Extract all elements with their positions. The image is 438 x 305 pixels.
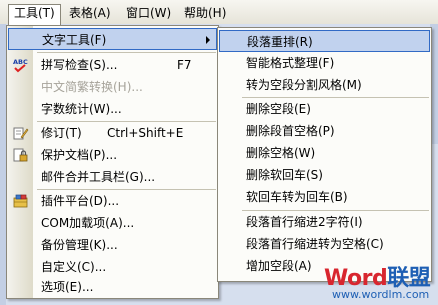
menu-item-label: 修订(T) (41, 126, 82, 140)
submenu-item-delete-empty-paragraphs[interactable]: 删除空段(E) (218, 98, 431, 120)
shortcut-label: F7 (177, 58, 192, 72)
menu-bar: 工具(T) 表格(A) 窗口(W) 帮助(H) (0, 0, 438, 25)
watermark-url: www.wordlm.com (332, 288, 430, 301)
menu-item-label: 段落重排(R) (247, 35, 313, 49)
submenu-item-paragraph-reflow[interactable]: 段落重排(R) (219, 30, 430, 52)
menu-item-com-addins[interactable]: COM加载项(A)... (7, 212, 218, 234)
submenu-item-smart-format[interactable]: 智能格式整理(F) (218, 52, 431, 74)
site-watermark: Word联盟 www.wordlm.com (320, 258, 438, 305)
menu-item-label: COM加载项(A)... (41, 216, 135, 230)
submenu-item-empty-paragraph-style[interactable]: 转为空段分割风格(M) (218, 74, 431, 96)
shortcut-label: Ctrl+Shift+E (107, 126, 184, 140)
menu-item-label: 增加空段(A) (246, 259, 312, 273)
menu-separator (37, 52, 216, 53)
submenu-item-indent-to-spaces[interactable]: 段落首行缩进转为空格(C) (218, 233, 431, 255)
menu-item-label: 段落首行缩进转为空格(C) (246, 237, 384, 251)
protect-document-icon (13, 148, 28, 162)
menu-item-label: 软回车转为回车(B) (246, 190, 348, 204)
menu-item-plugin-platform[interactable]: 插件平台(D)... (7, 190, 218, 212)
menu-item-label: 删除软回车(S) (246, 168, 323, 182)
submenu-item-delete-spaces[interactable]: 删除空格(W) (218, 142, 431, 164)
menu-item-label: 选项(E)... (41, 280, 94, 294)
menu-item-label: 保护文档(P)... (41, 148, 118, 162)
menu-item-options[interactable]: 选项(E)... (7, 276, 218, 298)
menu-item-protect-document[interactable]: 保护文档(P)... (7, 144, 218, 166)
submenu-item-delete-leading-spaces[interactable]: 删除段首空格(P) (218, 120, 431, 142)
menu-item-label: 备份管理(K)... (41, 238, 118, 252)
menu-item-label: 删除空格(W) (246, 146, 316, 160)
submenu-item-delete-soft-returns[interactable]: 删除软回车(S) (218, 164, 431, 186)
menu-item-label: 删除段首空格(P) (246, 124, 335, 138)
tools-menu: 文字工具(F) ABC 拼写检查(S)... F7 中文简繁转换(H)... 字… (6, 25, 219, 299)
menu-item-label: 拼写检查(S)... (41, 58, 118, 72)
menu-item-label: 自定义(C)... (41, 260, 107, 274)
menubar-tools[interactable]: 工具(T) (8, 4, 61, 25)
menubar-table[interactable]: 表格(A) (64, 4, 116, 22)
plugin-platform-icon (13, 194, 28, 208)
menu-item-label: 字数统计(W)... (41, 102, 122, 116)
submenu-item-first-line-indent[interactable]: 段落首行缩进2字符(I) (218, 211, 431, 233)
menu-item-label: 转为空段分割风格(M) (246, 78, 362, 92)
menu-item-word-count[interactable]: 字数统计(W)... (7, 98, 218, 120)
menu-item-mail-merge-toolbar[interactable]: 邮件合并工具栏(G)... (7, 166, 218, 188)
menu-item-label: 邮件合并工具栏(G)... (41, 170, 156, 184)
menu-item-label: 段落首行缩进2字符(I) (246, 215, 363, 229)
menu-item-label: 删除空段(E) (246, 102, 311, 116)
menu-item-label: 中文简繁转换(H)... (41, 80, 143, 94)
menu-item-backup-manager[interactable]: 备份管理(K)... (7, 234, 218, 256)
spellcheck-abc-icon: ABC (13, 58, 28, 73)
menu-item-spell-check[interactable]: ABC 拼写检查(S)... F7 (7, 54, 218, 76)
submenu-arrow-icon (206, 36, 210, 44)
submenu-item-soft-to-hard-return[interactable]: 软回车转为回车(B) (218, 186, 431, 208)
track-changes-icon (13, 127, 29, 140)
menu-item-label: 插件平台(D)... (41, 194, 120, 208)
menu-item-text-tools[interactable]: 文字工具(F) (8, 28, 217, 50)
menu-item-label: 智能格式整理(F) (246, 56, 335, 70)
menubar-help[interactable]: 帮助(H) (179, 4, 231, 22)
menu-item-track-changes[interactable]: 修订(T) Ctrl+Shift+E (7, 122, 218, 144)
text-tools-submenu: 段落重排(R) 智能格式整理(F) 转为空段分割风格(M) 删除空段(E) 删除… (217, 27, 432, 282)
menubar-window[interactable]: 窗口(W) (121, 4, 176, 22)
menu-item-convert-chinese: 中文简繁转换(H)... (7, 76, 218, 98)
svg-text:ABC: ABC (13, 58, 28, 66)
menu-item-customize[interactable]: 自定义(C)... (7, 256, 218, 278)
menu-item-label: 文字工具(F) (42, 33, 107, 47)
